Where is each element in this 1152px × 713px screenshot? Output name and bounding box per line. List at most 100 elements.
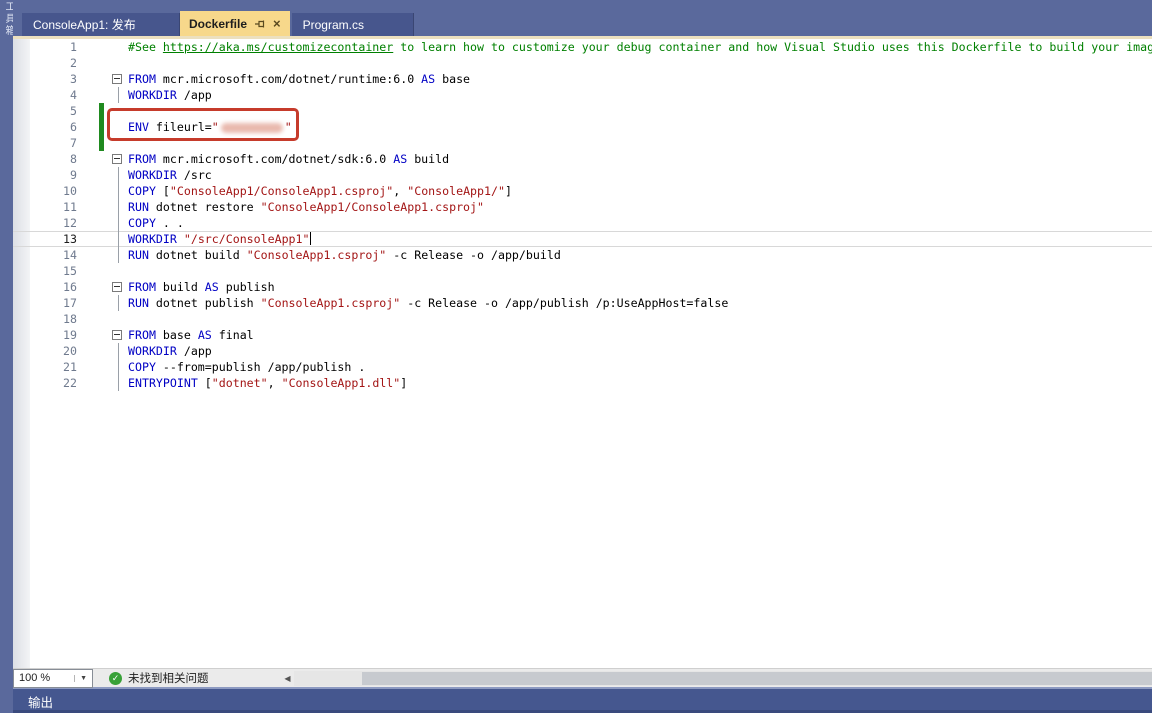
code-line-21[interactable]: 21COPY --from=publish /app/publish . [13,359,1152,375]
comment-link[interactable]: https://aka.ms/customizecontainer [163,40,393,54]
line-number: 15 [13,263,85,279]
code-token: build [156,280,205,294]
code-line-9[interactable]: 9WORKDIR /src [13,167,1152,183]
code-token: "ConsoleApp1.csproj" [261,296,401,310]
horizontal-scrollbar[interactable]: ◀ [281,669,1152,688]
code-line-1[interactable]: 1#See https://aka.ms/customizecontainer … [13,39,1152,55]
health-message: 未找到相关问题 [128,670,209,686]
code-text: #See https://aka.ms/customizecontainer t… [128,39,1152,55]
fold-toggle-icon[interactable] [112,74,122,84]
tab-programcs[interactable]: Program.cs [292,13,414,36]
scrollbar-track[interactable] [294,671,1152,686]
fold-column [110,311,126,327]
code-token: FROM [128,72,156,86]
line-number: 4 [13,87,85,103]
fold-column [110,39,126,55]
code-token: FROM [128,328,156,342]
code-token: final [212,328,254,342]
fold-column [110,263,126,279]
fold-column [110,199,126,215]
indent-guide [118,231,119,247]
fold-toggle-icon[interactable] [112,330,122,340]
code-line-3[interactable]: 3 FROM mcr.microsoft.com/dotnet/runtime:6… [13,71,1152,87]
code-text: WORKDIR /app [128,343,212,359]
code-token: #See [128,40,163,54]
fold-column [110,167,126,183]
code-line-15[interactable]: 15 [13,263,1152,279]
change-bar [99,215,104,231]
code-line-8[interactable]: 8FROM mcr.microsoft.com/dotnet/sdk:6.0 A… [13,151,1152,167]
scrollbar-thumb[interactable] [362,672,1152,685]
change-bar [99,151,104,167]
code-token: mcr.microsoft.com/dotnet/sdk:6.0 [156,152,393,166]
code-line-4[interactable]: 4WORKDIR /app [13,87,1152,103]
code-line-12[interactable]: 12COPY . . [13,215,1152,231]
line-number: 16 [13,279,85,295]
document-health-indicator[interactable]: ✓ 未找到相关问题 [109,670,209,686]
code-token: -c Release -o /app/publish /p:UseAppHost… [400,296,728,310]
code-token: FROM [128,280,156,294]
code-token: build [407,152,449,166]
code-token: RUN [128,248,149,262]
toolbox-side-rail: 工具箱 [0,0,13,713]
scroll-left-icon[interactable]: ◀ [281,674,294,683]
line-number: 3 [13,71,85,87]
code-token: RUN [128,200,149,214]
change-bar [99,359,104,375]
tab-label: Program.cs [303,18,364,32]
visual-studio-window: 工具箱 ConsoleApp1: 发布 Dockerfile × Program… [0,0,1152,713]
output-panel-header[interactable]: 输出 [13,687,1152,713]
change-bar [99,247,104,263]
change-bar [99,183,104,199]
line-number: 2 [13,55,85,71]
code-token: base [435,72,470,86]
code-token: "ConsoleApp1/ConsoleApp1.csproj" [261,200,484,214]
close-icon[interactable]: × [273,17,281,30]
fold-toggle-icon[interactable] [112,154,122,164]
code-text: COPY . . [128,215,184,231]
code-editor[interactable]: 1#See https://aka.ms/customizecontainer … [13,39,1152,668]
code-line-18[interactable]: 18 [13,311,1152,327]
code-token [177,232,184,246]
code-token: /app [177,344,212,358]
code-line-22[interactable]: 22ENTRYPOINT ["dotnet", "ConsoleApp1.dll… [13,375,1152,391]
change-bar [99,199,104,215]
code-token: COPY [128,216,156,230]
code-text: RUN dotnet build "ConsoleApp1.csproj" -c… [128,247,561,263]
change-bar [99,327,104,343]
change-bar [99,375,104,391]
change-bar [99,55,104,71]
code-line-17[interactable]: 17RUN dotnet publish "ConsoleApp1.csproj… [13,295,1152,311]
code-line-13[interactable]: 13WORKDIR "/src/ConsoleApp1" [13,231,1152,247]
code-line-16[interactable]: 16FROM build AS publish [13,279,1152,295]
code-text: FROM mcr.microsoft.com/dotnet/runtime:6.… [128,71,470,87]
code-token: ENTRYPOINT [128,376,198,390]
code-line-10[interactable]: 10COPY ["ConsoleApp1/ConsoleApp1.csproj"… [13,183,1152,199]
code-line-14[interactable]: 14RUN dotnet build "ConsoleApp1.csproj" … [13,247,1152,263]
indent-guide [118,343,119,359]
code-token: COPY [128,360,156,374]
zoom-level-select[interactable]: 100 % ▼ [13,669,93,688]
code-line-20[interactable]: 20WORKDIR /app [13,343,1152,359]
tab-dockerfile[interactable]: Dockerfile × [180,11,290,36]
code-token: COPY [128,184,156,198]
code-token: to learn how to customize your debug con… [393,40,1152,54]
code-token: [ [198,376,212,390]
change-bar [99,71,104,87]
code-text: RUN dotnet publish "ConsoleApp1.csproj" … [128,295,728,311]
tab-label: Dockerfile [189,17,247,31]
fold-toggle-icon[interactable] [112,282,122,292]
code-line-11[interactable]: 11RUN dotnet restore "ConsoleApp1/Consol… [13,199,1152,215]
change-bar [99,167,104,183]
pin-icon[interactable] [254,18,266,30]
code-line-19[interactable]: 19FROM base AS final [13,327,1152,343]
code-line-2[interactable]: 2 [13,55,1152,71]
fold-column [110,295,126,311]
tab-consoleapp1-publish[interactable]: ConsoleApp1: 发布 [22,13,180,36]
change-bar [99,279,104,295]
toolbox-vertical-tab[interactable]: 工具箱 [1,1,13,37]
code-token: , [268,376,282,390]
code-token: "/src/ConsoleApp1" [184,232,310,246]
code-token: "ConsoleApp1/" [407,184,505,198]
chevron-down-icon: ▼ [74,675,87,682]
